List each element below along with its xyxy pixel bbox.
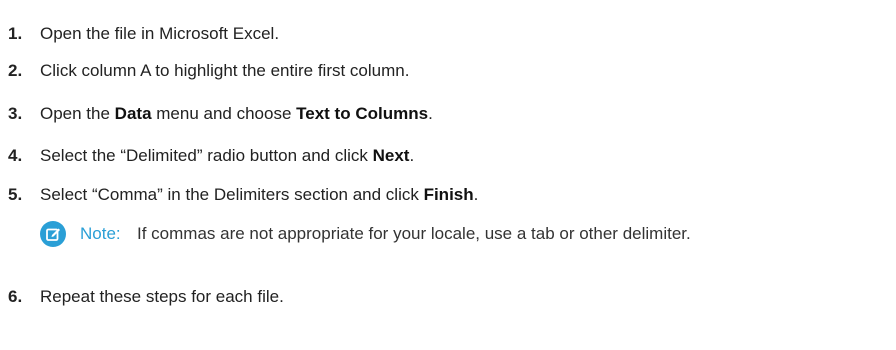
button-name-next: Next bbox=[372, 146, 410, 165]
instruction-steps: 1. Open the file in Microsoft Excel. 2. … bbox=[0, 0, 896, 350]
step-text-part: Select “Comma” in the Delimiters section… bbox=[40, 185, 424, 204]
step-text-part: . bbox=[409, 146, 415, 165]
step-text-part: . bbox=[428, 104, 433, 123]
note-text: If commas are not appropriate for your l… bbox=[137, 224, 691, 243]
step-text-part: Click column A to highlight the entire f… bbox=[40, 61, 410, 80]
step-text: Click column A to highlight the entire f… bbox=[40, 58, 409, 84]
step-text-part: Open the bbox=[40, 104, 115, 123]
step-text-part: Repeat these steps for each file. bbox=[40, 287, 284, 306]
step-number: 6. bbox=[8, 287, 23, 306]
step-text-part: menu and choose bbox=[151, 104, 297, 123]
step-number: 3. bbox=[8, 104, 23, 123]
step-text-part: Open the file in Microsoft Excel. bbox=[40, 24, 280, 43]
step-text: Repeat these steps for each file. bbox=[40, 284, 284, 310]
step-number: 2. bbox=[8, 61, 23, 80]
note-label: Note: bbox=[80, 224, 121, 243]
step-text: Open the file in Microsoft Excel. bbox=[40, 21, 279, 47]
step-text: Open the Data menu and choose Text to Co… bbox=[40, 101, 433, 127]
step-number: 5. bbox=[8, 185, 23, 204]
step-text: Select the “Delimited” radio button and … bbox=[40, 143, 414, 169]
step-number: 1. bbox=[8, 24, 23, 43]
step-number: 4. bbox=[8, 146, 23, 165]
menu-item-text-to-columns: Text to Columns bbox=[296, 104, 429, 123]
button-name-finish: Finish bbox=[423, 185, 474, 204]
step-text-part: . bbox=[473, 185, 479, 204]
menu-name-data: Data bbox=[114, 104, 152, 123]
step-text-part: Select the “Delimited” radio button and … bbox=[40, 146, 373, 165]
step-text: Select “Comma” in the Delimiters section… bbox=[40, 182, 478, 208]
note-edit-icon bbox=[40, 221, 66, 247]
